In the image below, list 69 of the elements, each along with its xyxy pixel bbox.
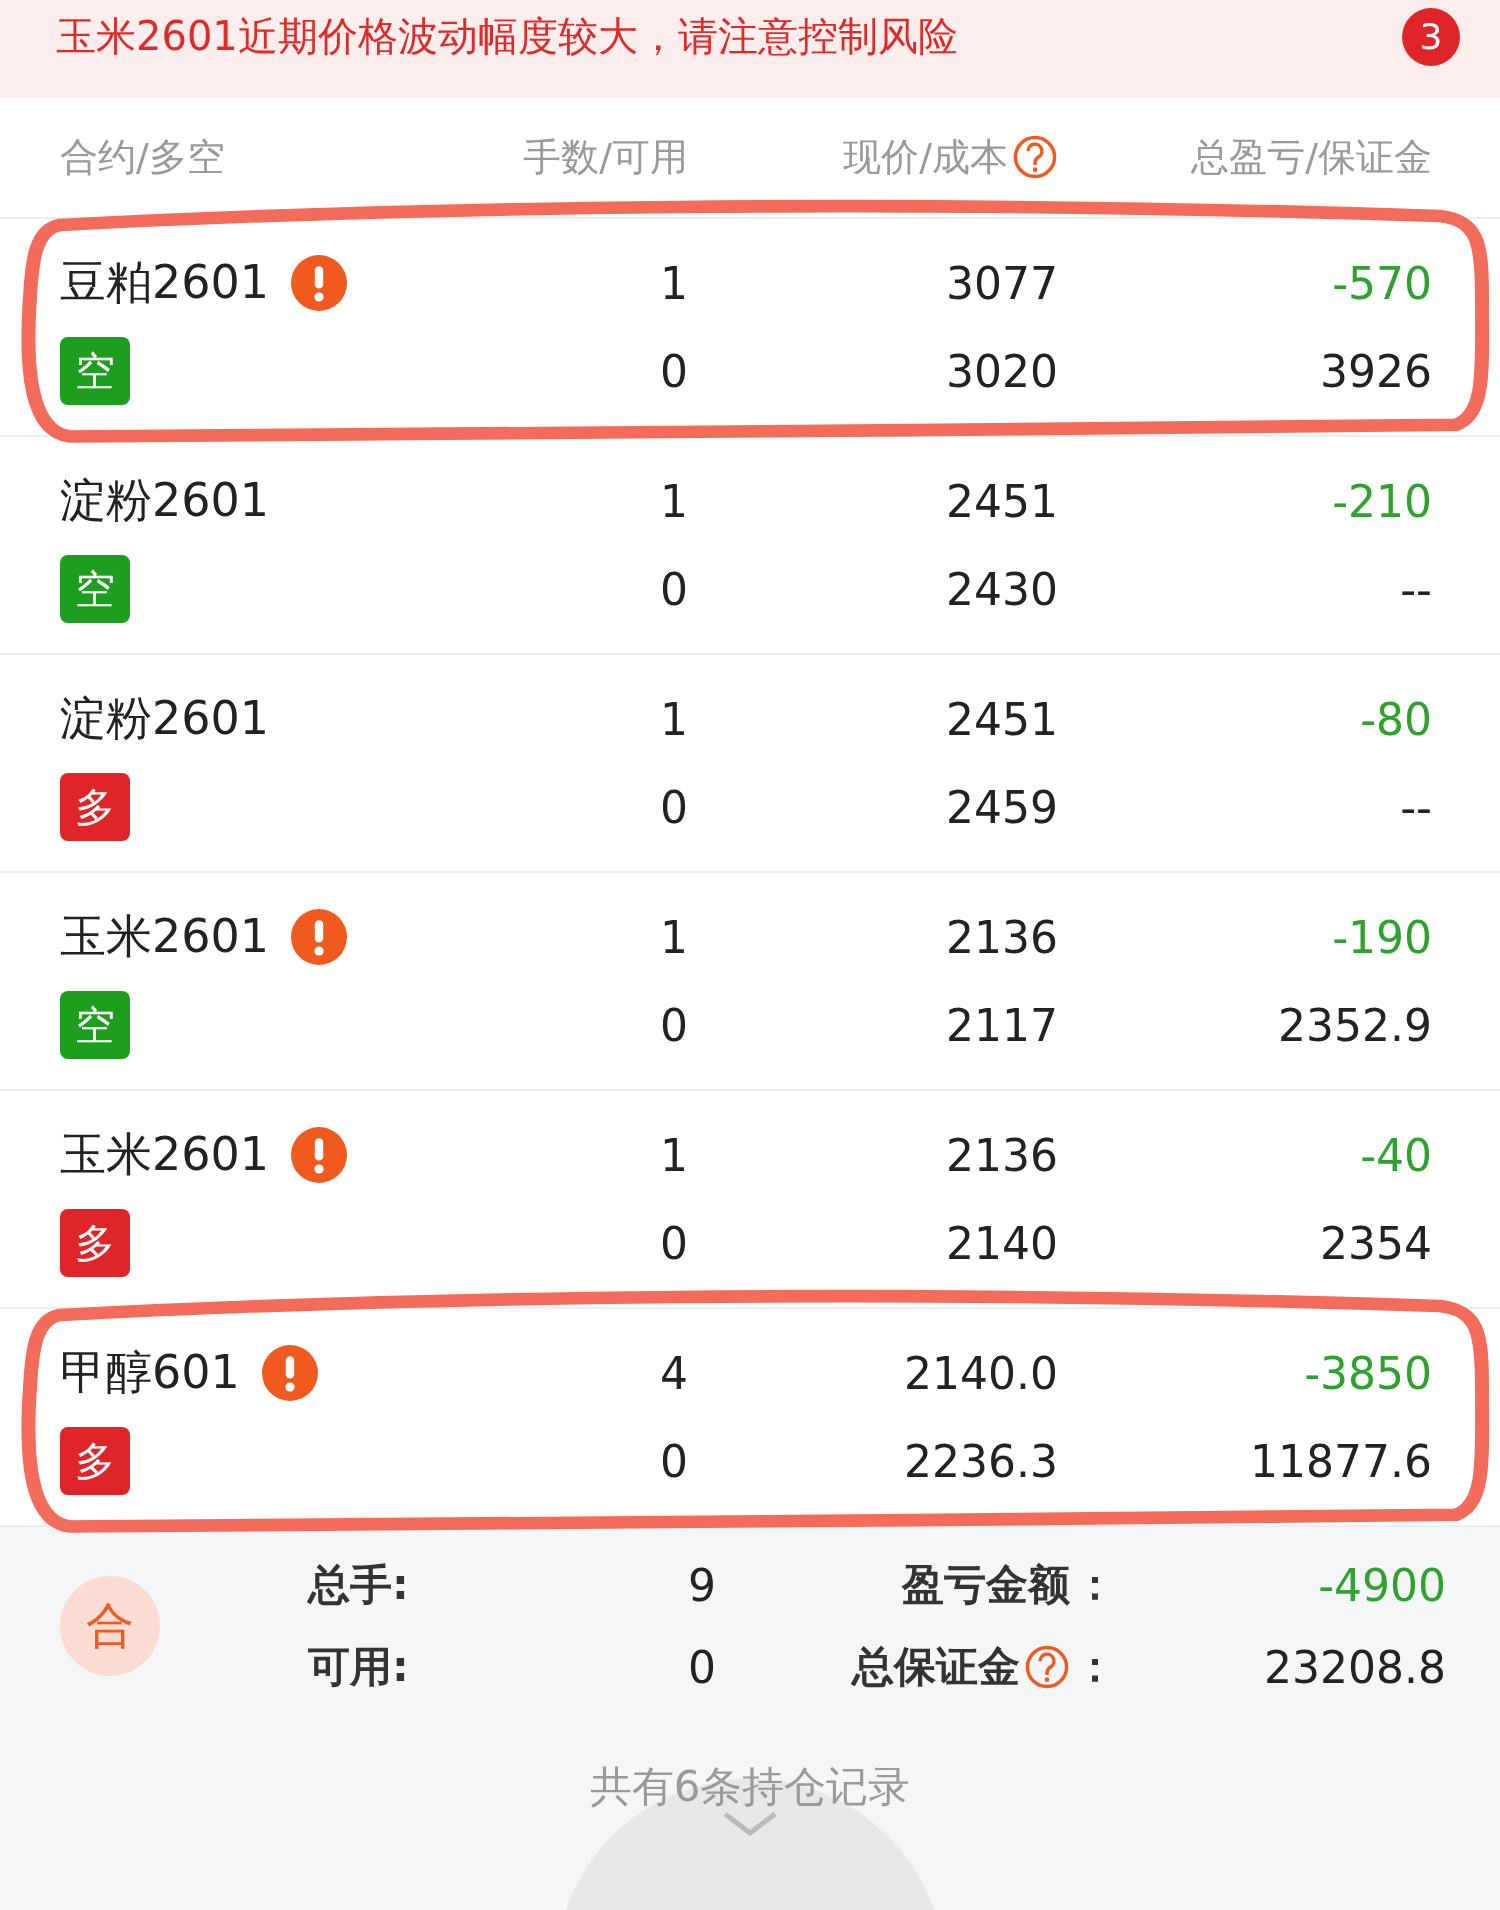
total-margin-label: 总保证金 bbox=[852, 1641, 1020, 1693]
price-value: 2136 bbox=[945, 1129, 1058, 1181]
record-count: 共有6条持仓记录 bbox=[589, 1761, 911, 1813]
alert-banner[interactable]: 玉米2601近期价格波动幅度较大，请注意控制风险 3 bbox=[0, 0, 1500, 97]
lots-value: 4 bbox=[659, 1347, 688, 1399]
colon-text: ： bbox=[1074, 1641, 1116, 1693]
contract-name[interactable]: 玉米2601 bbox=[60, 1124, 270, 1186]
cost-value: 2430 bbox=[945, 563, 1058, 615]
direction-tag: 空 bbox=[60, 337, 130, 405]
price-value: 2136 bbox=[945, 911, 1058, 963]
available-value: 0 bbox=[659, 1217, 688, 1269]
help-icon[interactable] bbox=[1024, 1644, 1070, 1690]
direction-tag: 多 bbox=[60, 1209, 130, 1277]
available-value: 0 bbox=[659, 999, 688, 1051]
direction-tag: 空 bbox=[60, 991, 130, 1059]
cost-value: 2140 bbox=[945, 1217, 1058, 1269]
contract-name[interactable]: 玉米2601 bbox=[60, 906, 270, 968]
cost-value: 2459 bbox=[945, 781, 1058, 833]
lots-value: 1 bbox=[659, 693, 688, 745]
cost-value: 2117 bbox=[945, 999, 1058, 1051]
column-header: 手数/可用 bbox=[523, 133, 688, 181]
margin-value: 11877.6 bbox=[1249, 1435, 1432, 1487]
lots-value: 1 bbox=[659, 1129, 688, 1181]
direction-tag: 空 bbox=[60, 555, 130, 623]
pnl-value: -570 bbox=[1331, 257, 1432, 309]
count-badge: 3 bbox=[1402, 7, 1460, 66]
available-value: 0 bbox=[659, 345, 688, 397]
total-lots-label: 总手: bbox=[308, 1559, 410, 1611]
lots-value: 1 bbox=[659, 911, 688, 963]
total-lots-value: 9 bbox=[687, 1559, 716, 1611]
contract-name[interactable]: 甲醇601 bbox=[60, 1342, 240, 1404]
margin-value: -- bbox=[1399, 781, 1432, 833]
total-margin-value: 23208.8 bbox=[1263, 1641, 1446, 1693]
margin-value: -- bbox=[1399, 563, 1432, 615]
direction-tag: 多 bbox=[60, 773, 130, 841]
column-header: 合约/多空 bbox=[60, 133, 225, 181]
pnl-value: -40 bbox=[1359, 1129, 1432, 1181]
pnl-value: -210 bbox=[1331, 475, 1432, 527]
margin-value: 2354 bbox=[1319, 1217, 1432, 1269]
contract-name[interactable]: 淀粉2601 bbox=[60, 470, 270, 532]
available-label: 可用: bbox=[308, 1641, 410, 1693]
colon-text: ： bbox=[1074, 1559, 1116, 1611]
column-header: 现价/成本 bbox=[843, 133, 1008, 181]
pnl-value: -80 bbox=[1359, 693, 1432, 745]
available-total-value: 0 bbox=[687, 1641, 716, 1693]
column-header: 总盈亏/保证金 bbox=[1191, 133, 1432, 181]
available-value: 0 bbox=[659, 781, 688, 833]
price-value: 2140.0 bbox=[903, 1347, 1058, 1399]
available-value: 0 bbox=[659, 1435, 688, 1487]
lots-value: 1 bbox=[659, 475, 688, 527]
lots-value: 1 bbox=[659, 257, 688, 309]
price-value: 2451 bbox=[945, 475, 1058, 527]
pnl-value: -3850 bbox=[1303, 1347, 1432, 1399]
pnl-amount-label: 盈亏金额 bbox=[902, 1559, 1070, 1611]
summary-badge: 合 bbox=[60, 1576, 160, 1676]
pnl-value: -190 bbox=[1331, 911, 1432, 963]
direction-tag: 多 bbox=[60, 1427, 130, 1495]
cost-value: 2236.3 bbox=[903, 1435, 1058, 1487]
contract-name[interactable]: 淀粉2601 bbox=[60, 688, 270, 750]
price-value: 3077 bbox=[945, 257, 1058, 309]
margin-value: 3926 bbox=[1319, 345, 1432, 397]
price-value: 2451 bbox=[945, 693, 1058, 745]
margin-value: 2352.9 bbox=[1277, 999, 1432, 1051]
available-value: 0 bbox=[659, 563, 688, 615]
cost-value: 3020 bbox=[945, 345, 1058, 397]
help-icon[interactable] bbox=[1012, 134, 1058, 180]
alert-message: 玉米2601近期价格波动幅度较大，请注意控制风险 bbox=[56, 12, 958, 61]
contract-name[interactable]: 豆粕2601 bbox=[60, 252, 270, 314]
pnl-amount-value: -4900 bbox=[1317, 1559, 1446, 1611]
